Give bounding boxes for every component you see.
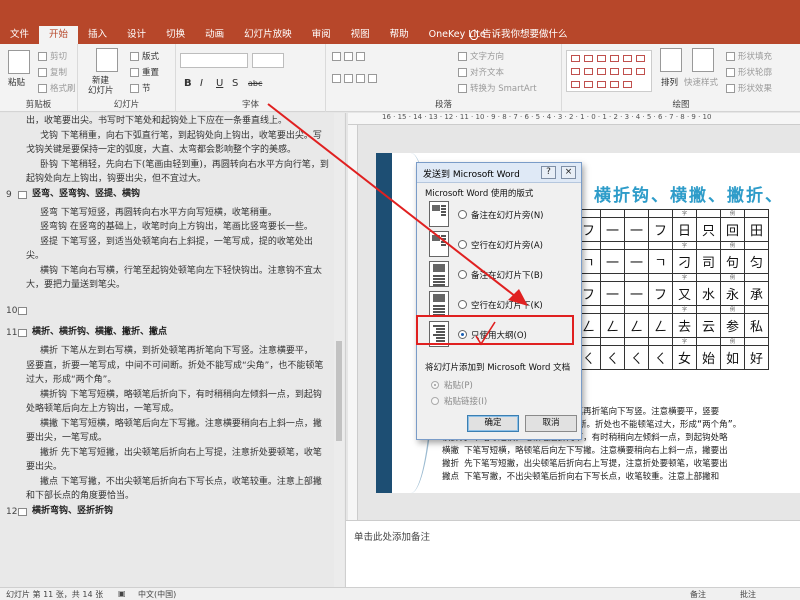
annotation-arrow-line (267, 103, 521, 301)
annotation-checkmark (475, 321, 496, 346)
annotation-overlay (267, 103, 528, 346)
annotation-arrow-head (508, 289, 528, 306)
